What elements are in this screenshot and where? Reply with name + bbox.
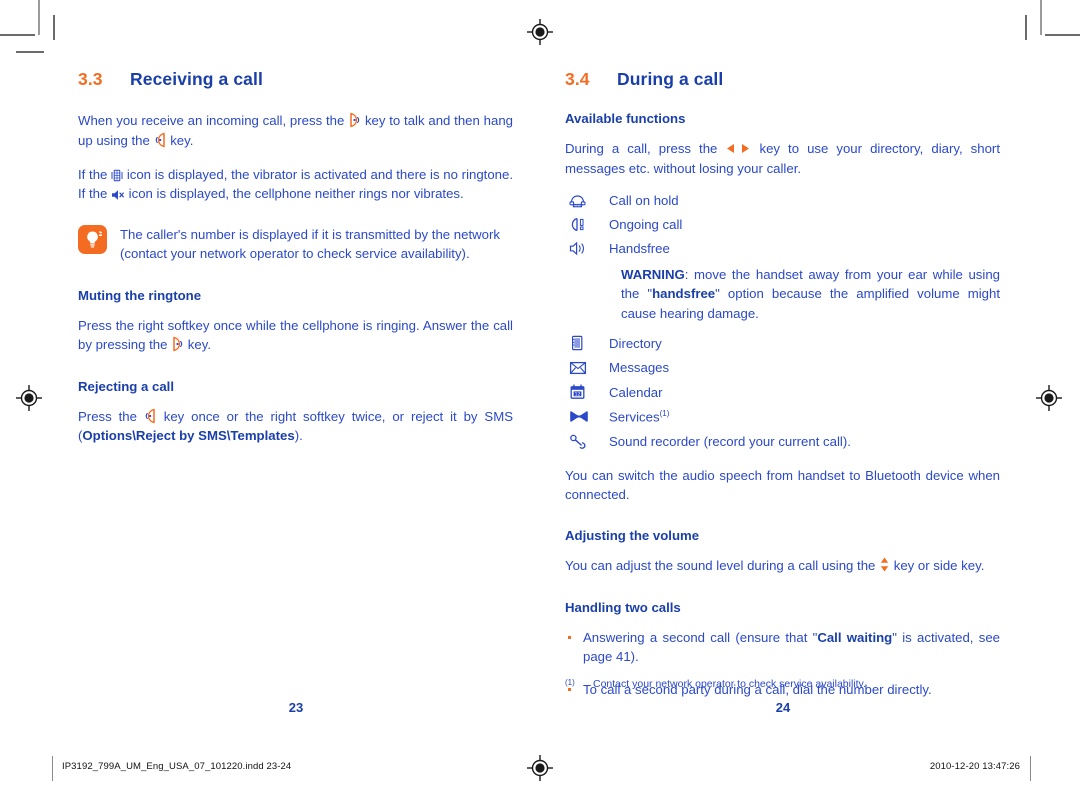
crop-mark-inner-top-right-vertical (1025, 15, 1027, 40)
ongoing-call-icon (565, 217, 609, 232)
function-label: Handsfree (609, 241, 670, 257)
section-number: 3.3 (78, 69, 103, 89)
paragraph-text: When you receive an incoming call, press… (78, 113, 345, 129)
page-footnote: (1) Contact your network operator to chec… (565, 678, 1000, 690)
function-label: Directory (609, 335, 662, 351)
registration-mark-left-middle (16, 385, 42, 411)
paragraph-vibrator-silent: If the icon is displayed, the vibrator i… (78, 165, 513, 204)
hangup-key-icon (154, 132, 167, 148)
paragraph-text: Press the right softkey once while the c… (78, 317, 513, 353)
subheading-muting-ringtone: Muting the ringtone (78, 287, 202, 303)
bullet-bold-term: Call waiting (817, 629, 893, 645)
function-item-directory: Directory (565, 335, 1000, 351)
print-slug-footer: IP3192_799A_UM_Eng_USA_07_101220.indd 23… (0, 756, 1080, 782)
svg-text:12: 12 (575, 392, 581, 398)
function-label: Ongoing call (609, 217, 683, 233)
paragraph-muting-ringtone: Press the right softkey once while the c… (78, 316, 513, 355)
paragraph-adjust-volume: You can adjust the sound level during a … (565, 556, 1000, 575)
paragraph-text: If the (78, 167, 108, 183)
silent-mute-icon (111, 189, 125, 201)
function-item-sound-recorder: Sound recorder (record your current call… (565, 434, 1000, 450)
paragraph-text: ). (294, 427, 303, 443)
tip-callout: The caller's number is displayed if it i… (78, 224, 513, 264)
up-down-navigation-key-icon (879, 556, 890, 573)
subheading-adjusting-volume: Adjusting the volume (565, 528, 700, 544)
directory-book-icon (565, 335, 609, 351)
list-item: Answering a second call (ensure that "Ca… (565, 628, 1000, 667)
sound-recorder-icon (565, 434, 609, 450)
paragraph-text: During a call, press the (565, 141, 718, 157)
services-bowtie-icon (565, 410, 609, 423)
slug-divider-left (52, 756, 53, 781)
page-number-right: 24 (775, 700, 791, 715)
section-heading-3-3: 3.3 Receiving a call (78, 69, 513, 89)
subheading-rejecting-call: Rejecting a call (78, 378, 175, 394)
footnote-marker: (1) (565, 678, 575, 687)
registration-mark-right-middle (1036, 385, 1062, 411)
paragraph-bluetooth-switch: You can switch the audio speech from han… (565, 467, 1000, 503)
paragraph-text: icon is displayed, the cellphone neither… (128, 186, 464, 202)
crop-mark-top-right-horizontal (1045, 34, 1080, 36)
footnote-text: Contact your network operator to check s… (593, 678, 866, 690)
crop-mark-left-bleed (16, 51, 44, 53)
left-right-navigation-key-icon (725, 143, 751, 154)
menu-path-bold: Options\Reject by SMS\Templates (82, 427, 295, 443)
print-timestamp: 2010-12-20 13:47:26 (929, 761, 1020, 772)
page-number-left: 23 (288, 700, 304, 715)
function-label: Sound recorder (record your current call… (609, 434, 851, 450)
print-filename: IP3192_799A_UM_Eng_USA_07_101220.indd 23… (62, 761, 292, 772)
section-heading-3-4: 3.4 During a call (565, 69, 1000, 89)
paragraph-during-call: During a call, press the key to use your… (565, 139, 1000, 178)
paragraph-text: You can adjust the sound level during a … (565, 558, 876, 574)
calendar-icon: 12 (565, 384, 609, 400)
paragraph-rejecting-call: Press the key once or the right softkey … (78, 407, 513, 446)
talk-key-icon (348, 112, 361, 128)
function-label-text: Services (609, 409, 660, 425)
document-page: 3.3 Receiving a call When you receive an … (0, 0, 1080, 798)
hangup-key-icon (144, 408, 157, 424)
loudspeaker-icon (565, 241, 609, 256)
subheading-handling-two-calls: Handling two calls (565, 599, 681, 615)
slug-divider-right (1030, 756, 1031, 781)
crop-mark-top-right-vertical (1040, 0, 1042, 35)
crop-mark-inner-top-vertical (53, 15, 55, 40)
paragraph-text: Press the (78, 408, 137, 424)
function-item-calendar: 12 Calendar (565, 384, 1000, 400)
section-number: 3.4 (565, 69, 590, 89)
handsfree-warning: WARNING: move the handset away from your… (621, 265, 1000, 323)
crop-mark-top-left-horizontal (0, 34, 35, 36)
talk-key-icon (171, 336, 184, 352)
section-title: During a call (617, 69, 724, 89)
function-label: Calendar (609, 384, 663, 400)
paragraph-receiving-call: When you receive an incoming call, press… (78, 111, 513, 150)
paragraph-text: key or side key. (893, 558, 985, 574)
crop-mark-top-left-vertical (38, 0, 40, 35)
footnote-marker: (1) (659, 409, 670, 419)
section-title: Receiving a call (130, 69, 263, 89)
right-page-column: 3.4 During a call Available functions Dur… (565, 69, 1000, 712)
left-page-column: 3.3 Receiving a call When you receive an … (78, 69, 513, 446)
function-label: Messages (609, 360, 670, 376)
function-item-ongoing-call: Ongoing call (565, 217, 1000, 232)
telephone-handset-icon (565, 193, 609, 208)
paragraph-text: key. (187, 337, 211, 353)
bullet-text: Answering a second call (ensure that " (583, 629, 818, 645)
function-item-call-on-hold: Call on hold (565, 193, 1000, 208)
warning-bold-term: handsfree (652, 286, 716, 302)
tip-text: The caller's number is displayed if it i… (120, 226, 500, 262)
vibrate-icon (111, 169, 123, 182)
function-item-handsfree: Handsfree (565, 241, 1000, 256)
function-item-services: Services(1) (565, 409, 1000, 425)
function-label: Services(1) (609, 409, 669, 424)
subheading-available-functions: Available functions (565, 111, 686, 127)
warning-label: WARNING (621, 267, 685, 283)
function-label: Call on hold (609, 193, 679, 209)
registration-mark-top-center (527, 19, 553, 45)
function-item-messages: Messages (565, 360, 1000, 375)
envelope-icon (565, 361, 609, 375)
paragraph-text: key. (170, 132, 194, 148)
lightbulb-tip-icon (78, 224, 107, 254)
